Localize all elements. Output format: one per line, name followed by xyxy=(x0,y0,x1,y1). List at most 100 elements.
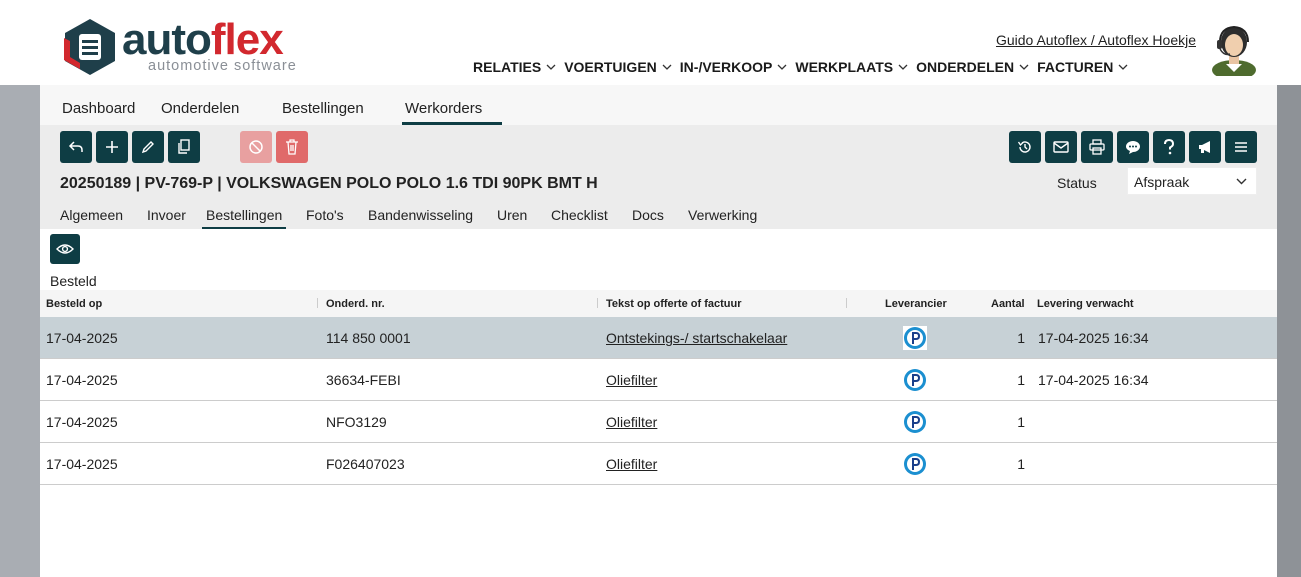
table-row[interactable]: 17-04-2025 36634-FEBI Oliefilter 1 17-04… xyxy=(40,359,1277,401)
supplier-logo-icon xyxy=(904,411,926,433)
back-icon xyxy=(68,141,83,152)
status-select[interactable]: Afspraak xyxy=(1127,167,1257,195)
table-row[interactable]: 17-04-2025 F026407023 Oliefilter 1 xyxy=(40,443,1277,485)
workorder-title: 20250189 | PV-769-P | VOLKSWAGEN POLO PO… xyxy=(60,175,598,192)
cell-aantal: 1 xyxy=(1017,414,1025,430)
chevron-down-icon xyxy=(898,64,908,70)
column-header-leverancier[interactable]: Leverancier xyxy=(885,298,947,310)
cell-tekst-link[interactable]: Oliefilter xyxy=(606,456,657,472)
view-button[interactable] xyxy=(50,234,80,264)
tab-checklist[interactable]: Checklist xyxy=(551,207,608,223)
supplier-logo-icon xyxy=(904,369,926,391)
column-header-aantal[interactable]: Aantal xyxy=(991,298,1025,310)
sub-navigation: Dashboard Onderdelen Bestellingen Werkor… xyxy=(40,85,1277,125)
plus-icon xyxy=(106,141,118,153)
cell-tekst-link[interactable]: Oliefilter xyxy=(606,414,657,430)
nav-label: WERKPLAATS xyxy=(795,59,894,75)
supplier-logo-icon xyxy=(903,326,927,350)
chevron-down-icon xyxy=(546,64,556,70)
column-header-besteld-op[interactable]: Besteld op xyxy=(46,298,102,310)
cell-besteld-op: 17-04-2025 xyxy=(46,456,118,472)
tab-algemeen[interactable]: Algemeen xyxy=(60,207,123,223)
support-avatar-icon[interactable] xyxy=(1210,22,1258,76)
table-row[interactable]: 17-04-2025 NFO3129 Oliefilter 1 xyxy=(40,401,1277,443)
cell-aantal: 1 xyxy=(1017,372,1025,388)
tab-verwerking[interactable]: Verwerking xyxy=(688,207,757,223)
column-header-tekst[interactable]: Tekst op offerte of factuur xyxy=(606,298,741,310)
tab-bestellingen[interactable]: Bestellingen xyxy=(282,100,364,117)
status-label: Status xyxy=(1057,175,1097,191)
print-icon xyxy=(1089,139,1105,155)
workorder-toolbar: 20250189 | PV-769-P | VOLKSWAGEN POLO PO… xyxy=(40,125,1277,230)
print-button[interactable] xyxy=(1081,131,1113,163)
column-divider[interactable] xyxy=(317,298,318,308)
nav-label: ONDERDELEN xyxy=(916,59,1015,75)
copy-button[interactable] xyxy=(168,131,200,163)
top-header: autoflex automotive software Guido Autof… xyxy=(0,0,1301,85)
cell-levering: 17-04-2025 16:34 xyxy=(1038,372,1149,388)
cell-besteld-op: 17-04-2025 xyxy=(46,330,118,346)
logo-tagline: automotive software xyxy=(148,58,297,74)
tab-bestellingen-detail[interactable]: Bestellingen xyxy=(201,207,287,230)
announcement-button[interactable] xyxy=(1189,131,1221,163)
tab-uren[interactable]: Uren xyxy=(497,207,527,223)
cell-levering: 17-04-2025 16:34 xyxy=(1038,330,1149,346)
column-header-levering[interactable]: Levering verwacht xyxy=(1037,298,1134,310)
delete-button[interactable] xyxy=(276,131,308,163)
nav-relaties[interactable]: RELATIES xyxy=(473,59,556,75)
supplier-logo-icon xyxy=(904,453,926,475)
cell-tekst-link[interactable]: Ontstekings-/ startschakelaar xyxy=(606,330,787,346)
main-navigation: RELATIES VOERTUIGEN IN-/VERKOOP WERKPLAA… xyxy=(473,59,1136,75)
mail-icon xyxy=(1053,141,1069,153)
menu-icon xyxy=(1235,142,1247,152)
chevron-down-icon xyxy=(1019,64,1029,70)
logo-emblem-icon xyxy=(64,19,115,75)
tab-bandenwisseling[interactable]: Bandenwisseling xyxy=(368,207,473,223)
chevron-down-icon xyxy=(1236,178,1247,185)
history-icon xyxy=(1017,141,1031,153)
help-button[interactable] xyxy=(1153,131,1185,163)
page-margin-right xyxy=(1277,85,1301,577)
chevron-down-icon xyxy=(777,64,787,70)
cell-aantal: 1 xyxy=(1017,456,1025,472)
cell-onderdeelnummer: 36634-FEBI xyxy=(326,372,401,388)
nav-facturen[interactable]: FACTUREN xyxy=(1037,59,1128,75)
ban-icon xyxy=(249,140,263,154)
user-company-link[interactable]: Guido Autoflex / Autoflex Hoekje xyxy=(996,32,1196,48)
table-row[interactable]: 17-04-2025 114 850 0001 Ontstekings-/ st… xyxy=(40,317,1277,359)
nav-label: VOERTUIGEN xyxy=(564,59,657,75)
email-button[interactable] xyxy=(1045,131,1077,163)
column-header-onderdeelnummer[interactable]: Onderd. nr. xyxy=(326,298,385,310)
section-title: Besteld xyxy=(50,273,97,289)
nav-in-verkoop[interactable]: IN-/VERKOOP xyxy=(680,59,788,75)
tab-onderdelen[interactable]: Onderdelen xyxy=(161,100,239,117)
history-button[interactable] xyxy=(1009,131,1041,163)
status-value: Afspraak xyxy=(1134,174,1190,190)
menu-button[interactable] xyxy=(1225,131,1257,163)
chat-button[interactable] xyxy=(1117,131,1149,163)
tab-invoer[interactable]: Invoer xyxy=(147,207,186,223)
cell-tekst-link[interactable]: Oliefilter xyxy=(606,372,657,388)
add-button[interactable] xyxy=(96,131,128,163)
chevron-down-icon xyxy=(1118,64,1128,70)
cell-besteld-op: 17-04-2025 xyxy=(46,414,118,430)
nav-voertuigen[interactable]: VOERTUIGEN xyxy=(564,59,672,75)
logo-wordmark: autoflex xyxy=(122,15,284,64)
column-divider[interactable] xyxy=(846,298,847,308)
autoflex-logo[interactable]: autoflex automotive software xyxy=(60,14,310,78)
back-button[interactable] xyxy=(60,131,92,163)
tab-docs[interactable]: Docs xyxy=(632,207,664,223)
edit-button[interactable] xyxy=(132,131,164,163)
eye-icon xyxy=(56,244,74,254)
trash-icon xyxy=(286,139,298,155)
chevron-down-icon xyxy=(662,64,672,70)
tab-fotos[interactable]: Foto's xyxy=(306,207,344,223)
nav-onderdelen[interactable]: ONDERDELEN xyxy=(916,59,1029,75)
tab-dashboard[interactable]: Dashboard xyxy=(62,100,135,117)
nav-werkplaats[interactable]: WERKPLAATS xyxy=(795,59,908,75)
column-divider[interactable] xyxy=(597,298,598,308)
tab-werkorders[interactable]: Werkorders xyxy=(401,100,503,125)
cell-onderdeelnummer: NFO3129 xyxy=(326,414,387,430)
orders-panel: Besteld Besteld op Onderd. nr. Tekst op … xyxy=(40,229,1277,577)
cancel-button[interactable] xyxy=(240,131,272,163)
